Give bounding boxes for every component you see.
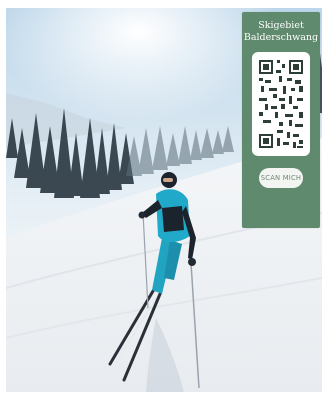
- resort-title-line1: Skigebiet: [258, 20, 304, 31]
- resort-title: Skigebiet Balderschwang: [244, 20, 318, 44]
- qr-code-frame[interactable]: [252, 52, 310, 156]
- scan-button[interactable]: SCAN MICH: [259, 168, 303, 188]
- qr-code-panel[interactable]: Skigebiet Balderschwang SCAN MICH: [242, 12, 320, 228]
- ad-banner[interactable]: Skigebiet Balderschwang SCAN MICH: [6, 8, 322, 392]
- qr-code-icon: [259, 60, 303, 148]
- resort-title-line2: Balderschwang: [243, 32, 319, 43]
